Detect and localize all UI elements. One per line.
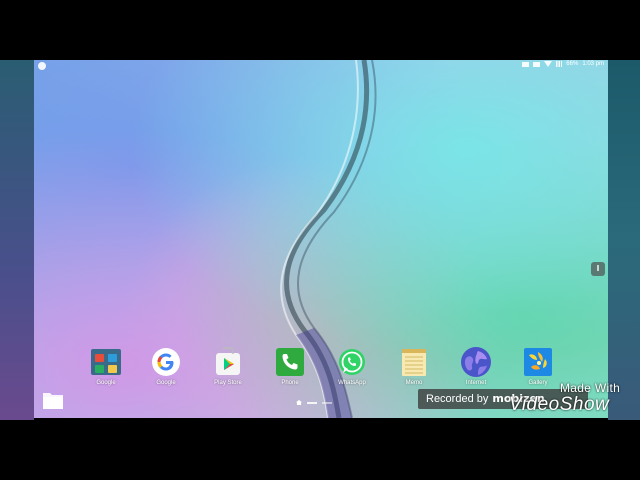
- app-dock: Google Google Play Store Phone WhatsApp …: [84, 346, 584, 390]
- watermark-videoshow: VideoShow: [509, 394, 610, 415]
- app-google[interactable]: Google: [144, 346, 188, 386]
- home-page-icon[interactable]: [296, 400, 302, 405]
- gallery-icon: [522, 346, 554, 378]
- recorded-by-text: Recorded by: [426, 393, 489, 405]
- internet-icon: [460, 346, 492, 378]
- memo-icon: [398, 346, 430, 378]
- cast-icon: [522, 61, 530, 67]
- status-time: 1:03 pm: [582, 61, 604, 67]
- home-screen: 66% 1:03 pm Google Google Play Store Pho…: [34, 60, 608, 418]
- app-google-folder[interactable]: Google: [84, 346, 128, 386]
- app-label: WhatsApp: [338, 380, 366, 386]
- app-label: Memo: [405, 380, 423, 386]
- wifi-icon: [544, 61, 553, 67]
- signal-icon: [556, 61, 563, 67]
- app-play-store[interactable]: Play Store: [206, 346, 250, 386]
- page-dot[interactable]: [322, 401, 332, 404]
- left-letterbox: [0, 60, 34, 420]
- notification-icon: [38, 62, 46, 70]
- edge-panel-handle[interactable]: ‖: [591, 262, 605, 276]
- google-g-icon: [150, 346, 182, 378]
- play-store-icon: [212, 346, 244, 378]
- watermark-made-with: Made With: [560, 381, 621, 395]
- page-indicator: [296, 400, 332, 405]
- whatsapp-icon: [336, 346, 368, 378]
- app-internet[interactable]: Internet: [454, 346, 498, 386]
- app-label: Gallery: [528, 380, 548, 386]
- phone-icon: [274, 346, 306, 378]
- app-whatsapp[interactable]: WhatsApp: [330, 346, 374, 386]
- page-dot[interactable]: [307, 401, 317, 404]
- right-letterbox: [608, 60, 640, 420]
- app-label: Google: [96, 380, 116, 386]
- battery-level: 66%: [566, 61, 579, 67]
- app-label: Internet: [465, 380, 487, 386]
- app-gallery[interactable]: Gallery: [516, 346, 560, 386]
- status-bar: 66% 1:03 pm: [34, 60, 608, 72]
- app-label: Google: [156, 380, 176, 386]
- app-label: Play Store: [214, 380, 242, 386]
- google-folder-icon: [90, 346, 122, 378]
- app-memo[interactable]: Memo: [392, 346, 436, 386]
- folder-icon[interactable]: [42, 390, 64, 410]
- app-label: Phone: [281, 380, 299, 386]
- mute-icon: [533, 61, 541, 67]
- app-phone[interactable]: Phone: [268, 346, 312, 386]
